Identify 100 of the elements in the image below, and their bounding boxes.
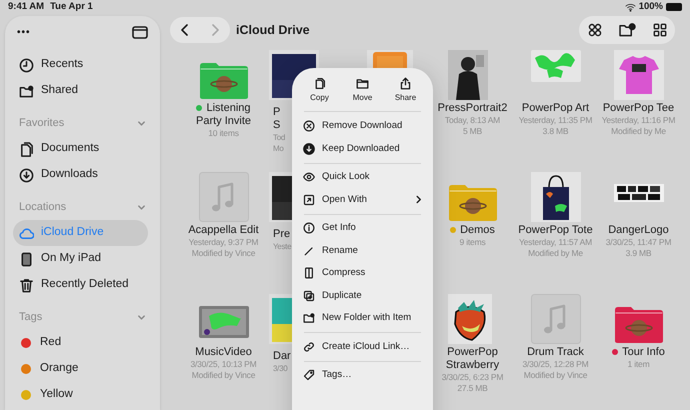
section-header: Locations [19,200,66,215]
menu-action[interactable]: Copy [300,77,340,111]
sidebar-item[interactable]: On My iPad [13,246,148,272]
file-meta: Yesterday, 11:57 AM [518,237,592,248]
file-meta: Mo [273,143,284,154]
menu-item[interactable]: Tags… [292,364,433,386]
section-header: Favorites [19,116,64,131]
folder-icon[interactable] [198,60,248,100]
duplicate-icon [303,290,315,302]
folder-icon [356,77,369,90]
file-meta: Yesterday, 9:37 PM [188,237,258,248]
download-icon [19,168,34,182]
file-meta: 27.5 MB [457,383,488,394]
file-meta: 3/30/25, 6:23 PM [442,372,504,383]
menu-action[interactable]: Move [342,77,382,111]
status-time: 9:41 AM [8,0,44,14]
sidebar-item[interactable]: Downloads [13,162,148,188]
section-header: Tags [19,310,42,325]
file-meta: Today, 8:13 AM [444,115,500,126]
file-name: P [273,106,280,119]
menu-item[interactable]: Create iCloud Link… [292,336,433,358]
status-date: Tue Apr 1 [50,0,93,14]
battery-percent: 100% [638,0,663,14]
chevron-icon[interactable] [137,118,146,128]
menu-item[interactable]: Keep Downloaded [292,138,433,160]
chevron-icon[interactable] [137,202,146,212]
file-name: PowerPop Strawberry [446,346,500,371]
file-meta: 3.8 MB [542,126,568,137]
menu-item[interactable]: Open With [292,188,433,211]
circles-icon[interactable] [588,23,602,37]
file-name: PowerPop Tote [518,224,593,236]
sidebar-item[interactable]: Orange [13,356,148,382]
sidebar-item[interactable]: Yellow [13,382,148,408]
documents-icon [19,142,34,156]
copy-icon [313,77,326,90]
sidebar-item[interactable]: Recents [13,52,148,78]
tablet-icon [19,252,34,266]
file-name: MusicVideo [195,346,252,358]
new-folder-icon[interactable] [618,23,636,37]
file-meta: 1 item [628,359,650,370]
file-meta: 3/30/25, 10:13 PM [190,359,257,370]
pencil-icon [303,244,315,257]
trash-icon [19,278,34,292]
sidebar-item[interactable]: Documents [13,136,148,162]
file-meta: 10 items [208,128,239,139]
file-name: PressPortrait2 [438,102,508,114]
wifi-icon [624,2,636,12]
folder-title: iCloud Drive [236,22,310,39]
file-meta: 3/30 [273,363,288,374]
new-folder-icon [303,312,315,324]
file-meta: Modified by Vince [192,248,256,259]
menu-item[interactable]: Duplicate [292,284,433,307]
sidebar-item[interactable]: Red [13,330,148,356]
eye-icon [303,171,315,184]
grid-icon[interactable] [652,23,666,37]
file-meta: Yesterday, 11:16 PM [602,115,676,126]
file-name: Demos [460,224,495,236]
file-meta: Tod [273,132,285,143]
menu-action[interactable]: Share [386,77,426,111]
file-meta: Yesterday, 11:35 PM [518,115,592,126]
back-icon[interactable] [180,24,190,36]
sidebar-toggle-icon[interactable] [132,26,148,38]
file-name: DangerLogo [608,224,669,236]
folder-icon[interactable] [448,182,498,222]
tag-icon [303,369,315,382]
open-with-icon [303,194,315,206]
menu-item[interactable]: Quick Look [292,166,433,188]
more-button[interactable]: ••• [17,24,31,40]
file-meta: 3/30/25, 11:47 PM [606,237,672,248]
file-name: Pre [273,228,290,241]
file-meta: 9 items [460,237,486,248]
file-name: S [273,119,280,132]
menu-item[interactable]: Remove Download [292,115,433,138]
menu-item[interactable]: Rename [292,240,433,262]
file-name: PowerPop Art [522,102,590,114]
battery-icon [666,3,682,11]
sidebar-item[interactable]: Shared [13,78,148,104]
menu-item[interactable]: Compress [292,262,433,284]
menu-item[interactable]: New Folder with Item [292,307,433,330]
file-meta: Modified by Vince [192,370,256,381]
file-name: Dar [273,350,291,363]
menu-item[interactable]: Get Info [292,217,433,240]
sidebar-item[interactable]: Recently Deleted [13,272,148,298]
info-icon [303,222,315,234]
file-name: PowerPop Tee [602,102,674,114]
folder-icon[interactable] [614,304,664,344]
link-icon [303,340,315,353]
file-name: Listening Party Invite [196,102,252,127]
clock-icon [19,58,34,72]
compress-icon [303,267,315,280]
cloud-icon [19,226,34,240]
download-icon [303,142,315,155]
file-meta: 5 MB [462,126,482,137]
remove-icon [303,120,315,132]
file-meta: Modified by Me [611,126,666,137]
file-meta: Modified by Vince [524,370,588,381]
chevron-icon[interactable] [137,312,146,322]
file-name: Tour Info [622,346,665,358]
file-meta: 3/30/25, 12:28 PM [522,359,589,370]
file-meta: Yeste [273,241,292,252]
